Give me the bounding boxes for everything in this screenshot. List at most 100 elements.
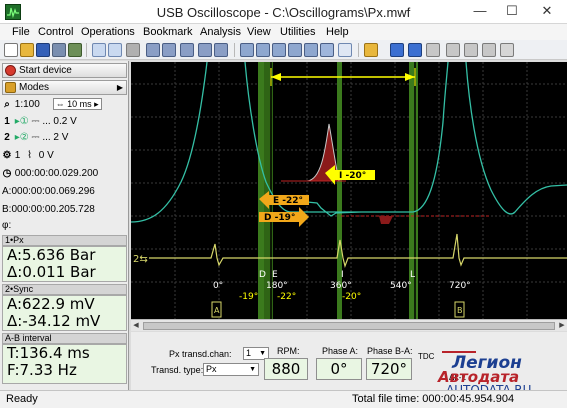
channel-1-number: 1 (4, 116, 10, 127)
cursor-a-flag[interactable]: A (211, 301, 222, 318)
info-icon[interactable] (500, 43, 514, 57)
edge-icon[interactable]: ⌇ (27, 150, 32, 161)
status-ready: Ready (6, 393, 38, 405)
sync-channel-tag: 2⇆ (133, 254, 148, 265)
check-icon[interactable] (240, 43, 254, 57)
filter-icon[interactable] (464, 43, 478, 57)
cursor-icon[interactable] (126, 43, 140, 57)
ruler-icon[interactable] (162, 43, 176, 57)
marker-i-label: I -20° (339, 171, 366, 181)
marker-i[interactable]: I -20° (325, 165, 375, 185)
measure-icon[interactable] (146, 43, 160, 57)
check-all-icon[interactable] (256, 43, 270, 57)
chevron-down-icon: ▼ (249, 366, 256, 373)
magnifier-icon: ⌕ (4, 99, 10, 110)
table-icon[interactable] (338, 43, 352, 57)
save-icon[interactable] (36, 43, 50, 57)
new-file-icon[interactable] (4, 43, 18, 57)
coupling-icon[interactable]: ▸① (15, 116, 29, 127)
menu-control[interactable]: Control (38, 26, 73, 38)
channel-1-range[interactable]: ... 0.2 V (42, 116, 76, 127)
marker-e[interactable]: E -22° (259, 191, 309, 209)
sync-trace (149, 233, 567, 269)
phase-letter-l: L (410, 270, 415, 280)
save-as-icon[interactable] (52, 43, 66, 57)
dc-icon[interactable]: ⎓ (32, 132, 40, 143)
zoom-out-icon[interactable] (108, 43, 122, 57)
grid-icon[interactable] (446, 43, 460, 57)
phi-row: φ: (2, 219, 127, 232)
chevron-right-icon: ▶ (116, 83, 123, 92)
coupling-icon[interactable]: ▸② (15, 132, 29, 143)
arrow-down-icon[interactable] (390, 43, 404, 57)
menu-utilities[interactable]: Utilities (280, 26, 315, 38)
dc-icon[interactable]: ⎓ (32, 116, 40, 127)
check-up-icon[interactable] (288, 43, 302, 57)
scale-ratio[interactable]: 1:100 (15, 99, 40, 110)
close-button[interactable]: ✕ (527, 0, 567, 24)
menu-view[interactable]: View (247, 26, 271, 38)
transd-type-select[interactable]: Px ▼ (203, 363, 259, 376)
px-value-delta: Δ:0.011 Bar (7, 263, 96, 281)
maximize-button[interactable]: ☐ (497, 0, 527, 24)
cursor-b-time[interactable]: B:000:00:00.205.728 (2, 204, 95, 215)
marker-e-label: E -22° (273, 196, 303, 206)
channel-icon[interactable] (320, 43, 334, 57)
cursor-a-row: A:000:00:00.069.296 (2, 185, 127, 198)
modes-button[interactable]: Modes ▶ (2, 80, 127, 95)
cursor-b-flag[interactable]: B (454, 301, 465, 318)
toolbar-separator (358, 43, 359, 57)
phase-a-value: 0° (316, 358, 362, 380)
title-bar: USB Oscilloscope - C:\Oscillograms\Px.mw… (0, 0, 567, 24)
modes-label: Modes (19, 82, 50, 93)
panel-interval-header[interactable]: A-B interval (2, 333, 127, 344)
sync-row: ⚙ 1 ⌇ 0 V (2, 149, 127, 162)
panel-interval-values: T:136.4 ms F:7.33 Hz (2, 344, 127, 384)
plot-horizontal-scrollbar[interactable]: ◀ ▶ (131, 319, 567, 331)
open-folder-icon[interactable] (20, 43, 34, 57)
sync-source[interactable]: 1 (15, 150, 21, 161)
check-down-icon[interactable] (272, 43, 286, 57)
marker-clear-icon[interactable] (214, 43, 228, 57)
start-device-label: Start device (19, 65, 72, 76)
marker-a-icon[interactable] (180, 43, 194, 57)
scroll-right-icon[interactable]: ▶ (557, 320, 567, 331)
sync-level[interactable]: 0 V (39, 150, 54, 161)
toolbar (0, 40, 567, 60)
phi-label: φ: (2, 220, 12, 231)
phase-letter-e: E (272, 270, 278, 280)
menu-help[interactable]: Help (326, 26, 349, 38)
scrollbar-thumb[interactable] (143, 322, 555, 330)
time-per-division-dropdown[interactable]: ⇔ 10 ms ▸ (52, 98, 102, 111)
power-icon (5, 65, 16, 76)
zoom-in-icon[interactable] (92, 43, 106, 57)
menu-bar: File Control Operations Bookmark Analysi… (0, 24, 567, 40)
cursor-b-flag-label: B (457, 306, 463, 315)
marker-b-icon[interactable] (198, 43, 212, 57)
cursor-a-time[interactable]: A:000:00:00.069.296 (2, 186, 95, 197)
arrow-up-icon[interactable] (408, 43, 422, 57)
print-icon[interactable] (68, 43, 82, 57)
panel-px-header[interactable]: 1•Px (2, 235, 127, 246)
list-icon[interactable] (426, 43, 440, 57)
menu-operations[interactable]: Operations (81, 26, 135, 38)
check-cycle-icon[interactable] (304, 43, 318, 57)
settings-icon[interactable] (482, 43, 496, 57)
minimize-button[interactable]: — (465, 0, 495, 24)
menu-file[interactable]: File (12, 26, 30, 38)
panel-sync-header[interactable]: 2•Sync (2, 284, 127, 295)
start-device-button[interactable]: Start device (2, 63, 127, 78)
folder-dropdown-icon[interactable] (364, 43, 378, 57)
oscillogram-plot[interactable]: 2⇆ I -20° E -22° D -19° D E I L 0° 180° … (131, 62, 567, 319)
channel-2-number: 2 (4, 132, 10, 143)
ab-interval-arrow (270, 68, 416, 86)
toolbar-separator (86, 43, 87, 57)
channel-2-range[interactable]: ... 2 V (42, 132, 68, 143)
scroll-left-icon[interactable]: ◀ (131, 320, 141, 331)
menu-analysis[interactable]: Analysis (200, 26, 241, 38)
sync-value-delta: Δ:-34.12 mV (7, 312, 101, 330)
cursor-start-row: ◷ 000:00:00.029.200 (2, 167, 127, 180)
menu-bookmark[interactable]: Bookmark (143, 26, 193, 38)
cursor-start-time[interactable]: 000:00:00.029.200 (15, 168, 98, 179)
modes-icon (5, 82, 16, 93)
